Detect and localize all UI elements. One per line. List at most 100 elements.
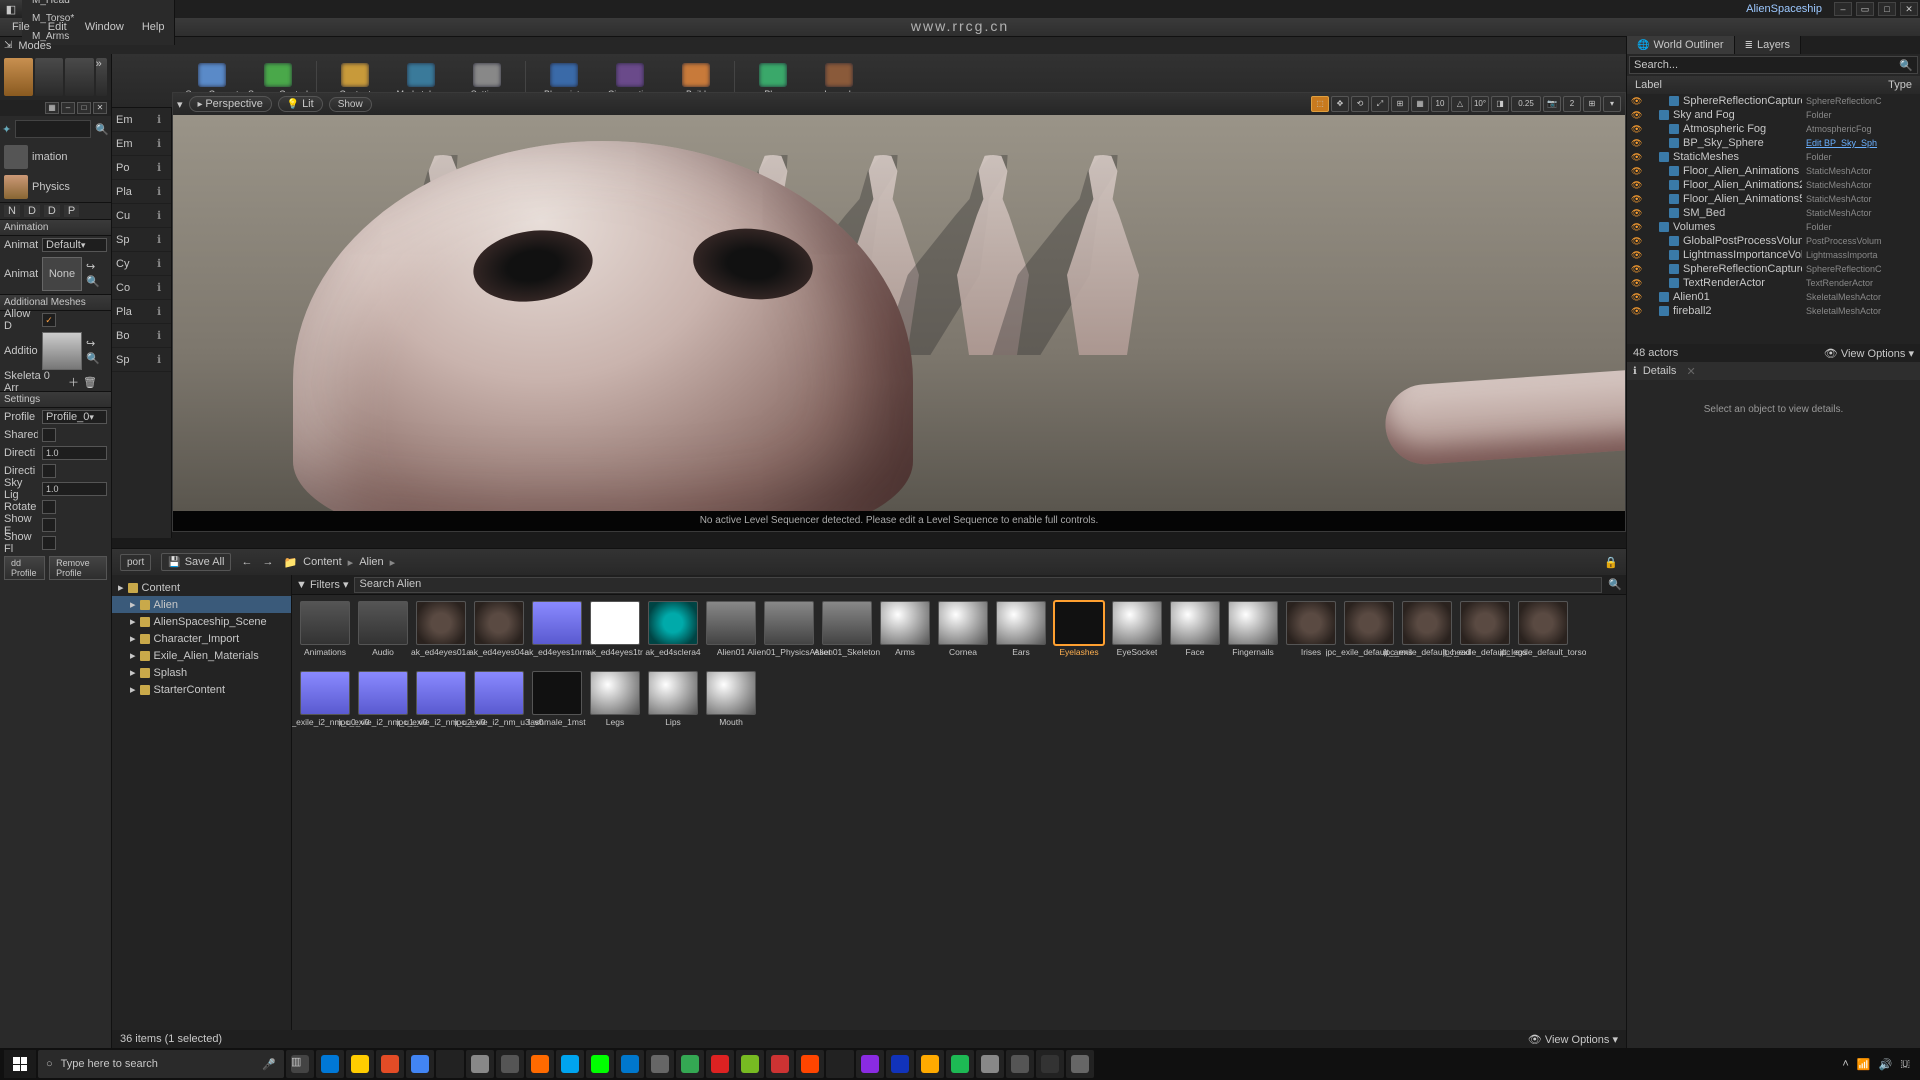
details-tab[interactable]: ℹ Details✕ [1627,362,1920,380]
viewport-dropdown-icon[interactable]: ▾ [1603,96,1621,112]
viewport-3d[interactable] [173,115,1625,511]
checkbox-rotate[interactable] [42,500,56,514]
save-all-button[interactable]: 💾 Save All [161,553,231,571]
snap-angle-icon[interactable]: △ [1451,96,1469,112]
taskbar-app-icon[interactable] [856,1050,884,1078]
asset-item[interactable]: Animations [298,601,352,667]
taskbar-app-icon[interactable] [736,1050,764,1078]
asset-item[interactable]: Mouth [704,671,758,737]
taskbar-app-icon[interactable] [646,1050,674,1078]
asset-item[interactable]: Audio [356,601,410,667]
start-button[interactable] [4,1050,36,1078]
checkbox-allow[interactable] [42,313,56,327]
outliner-row[interactable]: 👁VolumesFolder [1627,220,1920,234]
sky-input[interactable]: 1.0 [42,482,107,496]
taskbar-app-icon[interactable] [406,1050,434,1078]
system-tray[interactable]: ˄ 📶 🔊 🇺 [1842,1058,1916,1071]
small-tab[interactable]: N [4,205,20,217]
visibility-icon[interactable]: 👁 [1631,166,1641,177]
visibility-icon[interactable]: 👁 [1631,236,1641,247]
search-icon[interactable]: 🔍 [1608,578,1622,591]
asset-item[interactable]: lashmale_1mst [530,671,584,737]
outliner-view-options[interactable]: 👁 View Options ▾ [1824,347,1914,360]
window-minimize-button[interactable]: – [1834,2,1852,16]
outliner-col-label[interactable]: Label [1635,79,1662,91]
tray-network-icon[interactable]: 📶 [1857,1058,1871,1071]
array-clear-icon[interactable]: 🗑 [83,376,97,389]
visibility-icon[interactable]: 👁 [1631,194,1641,205]
viewport-menu-icon[interactable]: ▾ [177,98,183,111]
search-icon[interactable]: 🔍 [95,123,109,136]
taskbar-app-icon[interactable] [526,1050,554,1078]
nav-back-icon[interactable]: ← [241,556,252,568]
taskbar-app-icon[interactable] [436,1050,464,1078]
visibility-icon[interactable]: 👁 [1631,208,1641,219]
checkbox-directi[interactable] [42,464,56,478]
content-search-input[interactable]: Search Alien [354,577,1602,593]
asset-item[interactable]: Alien01_Skeleton [820,601,874,667]
tree-folder[interactable]: ▸Exile_Alien_Materials [112,647,291,664]
modes-pin-icon[interactable]: ⇲ [4,40,12,51]
outliner-row[interactable]: 👁Sky and FogFolder [1627,108,1920,122]
mic-icon[interactable]: 🎤 [262,1058,276,1071]
tree-folder[interactable]: ▸Content [112,579,291,596]
close-icon[interactable]: ✕ [1686,365,1695,378]
array-add-icon[interactable]: ＋ [68,374,79,390]
taskbar-app-icon[interactable] [676,1050,704,1078]
checkbox-showf[interactable] [42,536,56,550]
outliner-row[interactable]: 👁Floor_Alien_AnimationsStaticMeshActor [1627,164,1920,178]
outliner-col-type[interactable]: Type [1888,79,1912,91]
placeable-row[interactable]: Poℹ [112,156,171,180]
visibility-icon[interactable]: 👁 [1631,306,1641,317]
outliner-row[interactable]: 👁GlobalPostProcessVolumePostProcessVolum [1627,234,1920,248]
transform-move-icon[interactable]: ✥ [1331,96,1349,112]
profile-dropdown[interactable]: Profile_0 ▾ [42,410,107,424]
tray-chevron-icon[interactable]: ˄ [1842,1058,1848,1070]
taskbar-app-icon[interactable] [556,1050,584,1078]
prop-animat-dropdown[interactable]: Default ▾ [42,238,107,252]
add-profile-button[interactable]: dd Profile [4,556,45,580]
tree-folder[interactable]: ▸Alien [112,596,291,613]
snap-grid-icon[interactable]: ▦ [1411,96,1429,112]
tree-folder[interactable]: ▸Character_Import [112,630,291,647]
filters-button[interactable]: ▼ Filters ▾ [296,578,348,591]
directi-input[interactable]: 1.0 [42,446,107,460]
taskbar-app-icon[interactable] [766,1050,794,1078]
checkbox-showe[interactable] [42,518,56,532]
perspective-dropdown[interactable]: ▸ Perspective [189,96,272,112]
taskbar-app-icon[interactable] [376,1050,404,1078]
outliner-row[interactable]: 👁Floor_Alien_Animations5StaticMeshActor [1627,192,1920,206]
taskbar-app-icon[interactable] [1006,1050,1034,1078]
outliner-row[interactable]: 👁TextRenderActorTextRenderActor [1627,276,1920,290]
taskbar-search-input[interactable]: ○ Type here to search🎤 [38,1050,284,1078]
taskbar-app-icon[interactable] [466,1050,494,1078]
view-options-button[interactable]: 👁 View Options ▾ [1528,1033,1618,1046]
visibility-icon[interactable]: 👁 [1631,278,1641,289]
taskbar-app-icon[interactable] [316,1050,344,1078]
outliner-row[interactable]: 👁SM_BedStaticMeshActor [1627,206,1920,220]
camera-speed-icon[interactable]: 📷 [1543,96,1561,112]
nav-fwd-icon[interactable]: → [262,556,273,568]
placeable-row[interactable]: Coℹ [112,276,171,300]
outliner-row[interactable]: 👁LightmassImportanceVolumeLightmassImpor… [1627,248,1920,262]
coord-space-icon[interactable]: ⊞ [1391,96,1409,112]
panel-min-button[interactable]: – [61,102,75,114]
asset-item[interactable]: ak_ed4sclera4 [646,601,700,667]
outliner-row[interactable]: 👁Floor_Alien_Animations2StaticMeshActor [1627,178,1920,192]
mode-paint-icon[interactable] [35,58,64,96]
anim-next-icon[interactable]: ↪ [86,260,100,273]
taskbar-app-icon[interactable] [616,1050,644,1078]
snap-scale-value[interactable]: 0.25 [1511,96,1541,112]
outliner-row[interactable]: 👁fireball2SkeletalMeshActor [1627,304,1920,318]
asset-item[interactable]: Alien01_PhysicsAsset [762,601,816,667]
window-maximize-button[interactable]: □ [1878,2,1896,16]
place-item-physics[interactable]: Physics [0,172,111,202]
mode-landscape-icon[interactable] [65,58,94,96]
small-tab[interactable]: D [24,205,40,217]
taskbar-app-icon[interactable] [1066,1050,1094,1078]
placeable-row[interactable]: Emℹ [112,132,171,156]
taskbar-app-icon[interactable] [946,1050,974,1078]
outliner-row[interactable]: 👁SphereReflectionCapture10SphereReflecti… [1627,94,1920,108]
show-dropdown[interactable]: Show [329,97,372,112]
anim-thumbnail[interactable]: None [42,257,82,291]
